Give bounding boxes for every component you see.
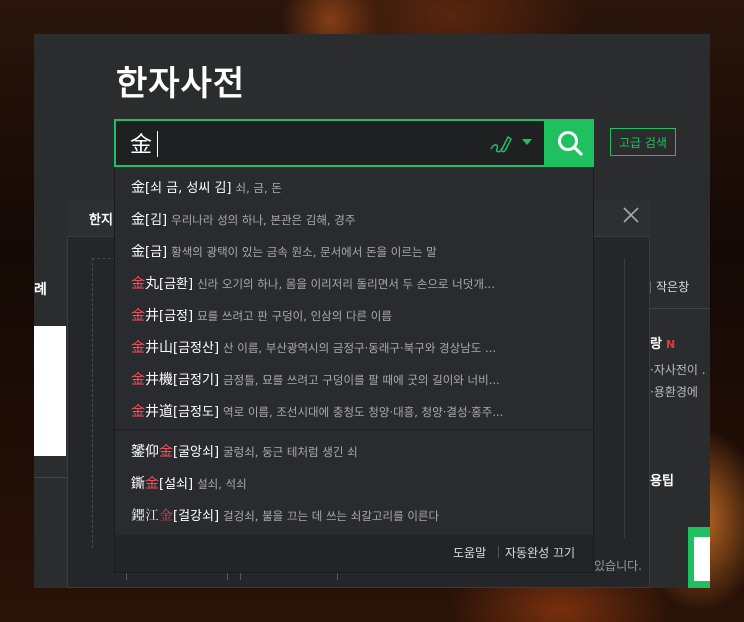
item-reading: [쇠 금, 성씨 김]: [145, 181, 232, 196]
banner-inner: [694, 537, 710, 581]
hot-text: ·용환경에: [650, 385, 698, 399]
background-note: 있습니다.: [594, 559, 642, 573]
autocomplete-item[interactable]: 金[쇠 금, 성씨 김] 쇠, 금, 돈: [131, 177, 581, 197]
item-reading: [금]: [145, 245, 168, 260]
autocomplete-item[interactable]: 金井[금정] 묘를 쓰려고 판 구덩이, 인삼의 다른 이름: [131, 305, 581, 325]
item-hanja-rest: 井山: [145, 340, 173, 356]
autocomplete-off-link[interactable]: 자동완성 끄기: [505, 544, 575, 561]
autocomplete-item[interactable]: 𨭉仰金[굴앙쇠] 굴렁쇠, 둥근 테처럼 생긴 쇠: [131, 441, 581, 461]
close-icon[interactable]: [622, 206, 640, 224]
autocomplete-divider: [115, 429, 593, 430]
hot-text: ·자사전이 .: [650, 363, 706, 377]
autocomplete-item[interactable]: 鐁金[설쇠] 설쇠, 석쇠: [131, 473, 581, 493]
advanced-search-button[interactable]: 고급 검색: [610, 128, 676, 156]
divider: [624, 258, 625, 538]
background-left-label: 례: [34, 282, 47, 298]
divider: [498, 546, 499, 558]
divider: [650, 308, 710, 309]
item-hanja-match: 金: [131, 308, 145, 324]
search-button[interactable]: [546, 119, 594, 167]
item-meaning: 금정틀, 묘를 쓰려고 구덩이를 팔 때에 굿의 길이와 너비...: [223, 373, 500, 387]
item-reading: [금정]: [159, 309, 194, 324]
item-meaning: 굴렁쇠, 둥근 테처럼 생긴 쇠: [223, 445, 358, 459]
item-hanja-rest: 丸: [145, 276, 159, 292]
chevron-down-icon[interactable]: [522, 139, 532, 145]
item-meaning: 역로 이름, 조선시대에 충청도 청양·대흥, 청양·결성·홍주...: [223, 405, 504, 419]
search-input[interactable]: [130, 127, 470, 159]
item-hanja-rest: 井道: [145, 404, 173, 420]
search-box[interactable]: [114, 119, 546, 167]
autocomplete-item[interactable]: 金井道[금정도] 역로 이름, 조선시대에 충청도 청양·대흥, 청양·결성·홍주…: [131, 401, 581, 421]
item-hanja: 鐁: [131, 476, 145, 492]
item-hanja-rest: 井: [145, 308, 159, 324]
item-hanja-match: 金: [159, 508, 173, 524]
autocomplete-item[interactable]: 金井山[금정산] 산 이름, 부산광역시의 금정구·동래구·북구와 경상남도 ..…: [131, 337, 581, 357]
divider: [34, 477, 67, 478]
item-hanja: 𨭉仰: [131, 444, 159, 460]
autocomplete-item[interactable]: 𨪐江金[걸강쇠] 걸겅쇠, 불을 끄는 데 쓰는 쇠갈고리를 이른다: [131, 505, 581, 525]
item-meaning: 황색의 광택이 있는 금속 원소, 문서에서 돈을 이르는 말: [171, 245, 437, 259]
item-reading: [설쇠]: [159, 477, 194, 492]
item-reading: [금정산]: [173, 341, 220, 356]
help-link[interactable]: 도움말: [453, 544, 486, 561]
autocomplete-item[interactable]: 金[금] 황색의 광택이 있는 금속 원소, 문서에서 돈을 이르는 말: [131, 241, 581, 261]
autocomplete-item[interactable]: 金井機[금정기] 금정틀, 묘를 쓰려고 구덩이를 팔 때에 굿의 길이와 너비.…: [131, 369, 581, 389]
item-hanja-match: 金: [145, 476, 159, 492]
background-layer-tab[interactable]: 한지: [89, 209, 113, 228]
page-title: 한자사전: [116, 64, 246, 104]
hot-label: 랑: [650, 337, 662, 352]
item-reading: [김]: [145, 213, 168, 228]
item-meaning: 우리나라 성의 하나, 본관은 김해, 경주: [171, 213, 356, 227]
item-meaning: 쇠, 금, 돈: [235, 181, 282, 195]
item-reading: [굴앙쇠]: [173, 445, 220, 460]
item-reading: [금정도]: [173, 405, 220, 420]
new-badge: N: [665, 338, 676, 351]
item-hanja: 𨪐江: [131, 508, 159, 524]
item-hanja-match: 金: [131, 340, 145, 356]
handwriting-canvas-outline: [92, 258, 116, 548]
item-hanja-match: 金: [131, 372, 145, 388]
hot-section-title: 랑N: [650, 333, 675, 352]
item-hanja: 金: [131, 180, 145, 196]
tip-section-title: 용팁: [650, 474, 674, 489]
item-hanja-match: 金: [159, 444, 173, 460]
autocomplete-dropdown: 金[쇠 금, 성씨 김] 쇠, 금, 돈 金[김] 우리나라 성의 하나, 본관은 …: [114, 167, 594, 573]
autocomplete-item[interactable]: 金[김] 우리나라 성의 하나, 본관은 김해, 경주: [131, 209, 581, 229]
search-icon: [558, 131, 583, 156]
item-reading: [걸강쇠]: [173, 509, 220, 524]
item-reading: [금환]: [159, 277, 194, 292]
item-meaning: 신라 오기의 하나, 몸을 이리저리 돌리면서 두 손으로 너덧개...: [197, 277, 495, 291]
item-hanja-match: 金: [131, 276, 145, 292]
item-meaning: 묘를 쓰려고 판 구덩이, 인삼의 다른 이름: [197, 309, 392, 323]
small-window-link[interactable]: 작은창: [656, 278, 689, 295]
background-left-card: [34, 326, 66, 456]
item-hanja: 金: [131, 244, 145, 260]
item-hanja: 金: [131, 212, 145, 228]
item-meaning: 설쇠, 석쇠: [197, 477, 247, 491]
item-hanja-rest: 井機: [145, 372, 173, 388]
item-meaning: 걸겅쇠, 불을 끄는 데 쓰는 쇠갈고리를 이른다: [223, 509, 440, 523]
autocomplete-item[interactable]: 金丸[금환] 신라 오기의 하나, 몸을 이리저리 돌리면서 두 손으로 너덧개.…: [131, 273, 581, 293]
item-hanja-match: 金: [131, 404, 145, 420]
divider: [650, 281, 651, 293]
handwriting-input-icon[interactable]: [488, 132, 514, 156]
item-meaning: 산 이름, 부산광역시의 금정구·동래구·북구와 경상남도 ...: [223, 341, 496, 355]
text-caret: [157, 131, 158, 157]
item-reading: [금정기]: [173, 373, 220, 388]
